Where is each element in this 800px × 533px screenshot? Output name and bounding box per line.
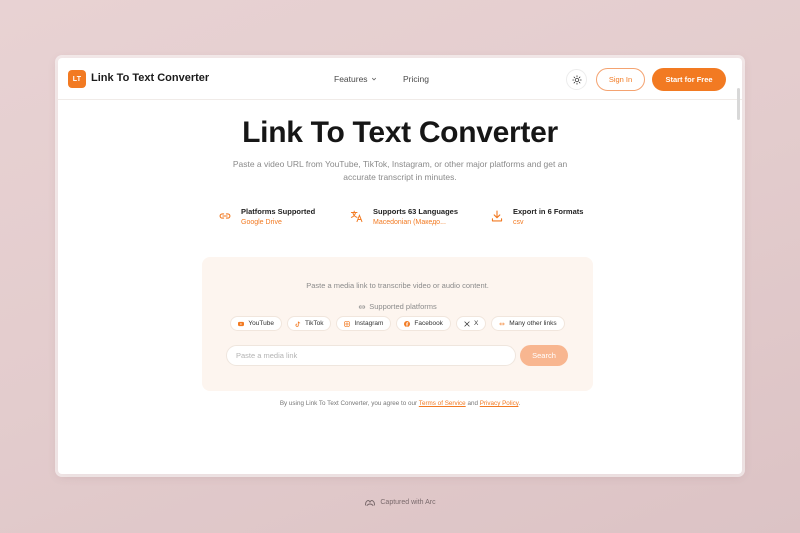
link-icon bbox=[219, 213, 231, 219]
sign-in-button[interactable]: Sign In bbox=[596, 68, 645, 91]
arc-logo-icon bbox=[365, 500, 376, 506]
top-nav: LT Link To Text Converter Features Prici… bbox=[58, 58, 742, 100]
tiktok-icon bbox=[295, 320, 301, 327]
chip-youtube[interactable]: YouTube bbox=[230, 316, 282, 331]
chip-label: Instagram bbox=[354, 320, 384, 327]
browser-window: LT Link To Text Converter Features Prici… bbox=[58, 58, 742, 474]
terms-prefix: By using Link To Text Converter, you agr… bbox=[279, 400, 418, 407]
chip-label: TikTok bbox=[304, 320, 324, 327]
chevron-down-icon bbox=[371, 77, 376, 81]
chip-tiktok[interactable]: TikTok bbox=[286, 316, 332, 331]
terms-and: and bbox=[467, 400, 478, 407]
feature-title: Export in 6 Formats bbox=[513, 207, 584, 216]
supported-platforms-label: Supported platforms bbox=[202, 302, 593, 311]
feature-title: Platforms Supported bbox=[241, 207, 316, 216]
card-instruction: Paste a media link to transcribe video o… bbox=[306, 281, 489, 290]
chip-instagram[interactable]: Instagram bbox=[336, 316, 392, 331]
terms-of-service-link[interactable]: Terms of Service bbox=[419, 400, 466, 407]
nav-features-label: Features bbox=[334, 74, 368, 84]
instagram-icon bbox=[344, 320, 351, 327]
feature-formats: Export in 6 Formats csv bbox=[490, 206, 590, 232]
x-icon bbox=[464, 320, 470, 327]
sun-icon bbox=[571, 74, 582, 85]
platform-chips: YouTube TikTok Instagram Facebook X Many… bbox=[202, 316, 593, 331]
chip-x[interactable]: X bbox=[455, 316, 487, 331]
privacy-policy-link[interactable]: Privacy Policy bbox=[480, 400, 519, 407]
start-for-free-button[interactable]: Start for Free bbox=[652, 68, 726, 91]
theme-toggle-button[interactable] bbox=[566, 69, 587, 90]
translate-icon bbox=[350, 210, 363, 223]
chip-label: YouTube bbox=[248, 320, 274, 327]
chip-label: X bbox=[473, 320, 479, 327]
brand-name[interactable]: Link To Text Converter bbox=[91, 72, 209, 84]
youtube-icon bbox=[238, 321, 245, 326]
page-title: Link To Text Converter bbox=[242, 116, 558, 149]
chip-label: Facebook bbox=[414, 320, 443, 327]
chip-many-other-links[interactable]: Many other links bbox=[491, 316, 565, 331]
chip-label: Many other links bbox=[509, 320, 557, 327]
link-icon bbox=[499, 322, 505, 325]
nav-features[interactable]: Features bbox=[334, 74, 377, 84]
page-subtitle: Paste a video URL from YouTube, TikTok, … bbox=[232, 159, 568, 182]
transcribe-card: Paste a media link to transcribe video o… bbox=[202, 257, 593, 391]
feature-value: Google Drive bbox=[241, 219, 282, 226]
nav-pricing[interactable]: Pricing bbox=[403, 74, 429, 84]
captured-with-arc: Captured with Arc bbox=[0, 498, 800, 507]
logo-badge[interactable]: LT bbox=[68, 70, 86, 88]
feature-value: csv bbox=[513, 219, 524, 226]
feature-languages: Supports 63 Languages Macedonian (Македо… bbox=[350, 206, 470, 232]
search-button[interactable]: Search bbox=[520, 345, 568, 366]
facebook-icon bbox=[404, 320, 411, 327]
download-icon bbox=[491, 210, 503, 222]
captured-text: Captured with Arc bbox=[380, 499, 436, 506]
link-icon bbox=[359, 304, 366, 309]
chip-facebook[interactable]: Facebook bbox=[396, 316, 451, 331]
media-link-input[interactable] bbox=[226, 345, 516, 366]
feature-value: Macedonian (Македо... bbox=[373, 219, 446, 226]
terms-suffix: . bbox=[518, 400, 521, 407]
supported-platforms-text: Supported platforms bbox=[369, 302, 437, 311]
terms-notice: By using Link To Text Converter, you agr… bbox=[58, 400, 742, 407]
feature-title: Supports 63 Languages bbox=[373, 207, 459, 216]
feature-platforms: Platforms Supported Google Drive bbox=[218, 206, 328, 232]
